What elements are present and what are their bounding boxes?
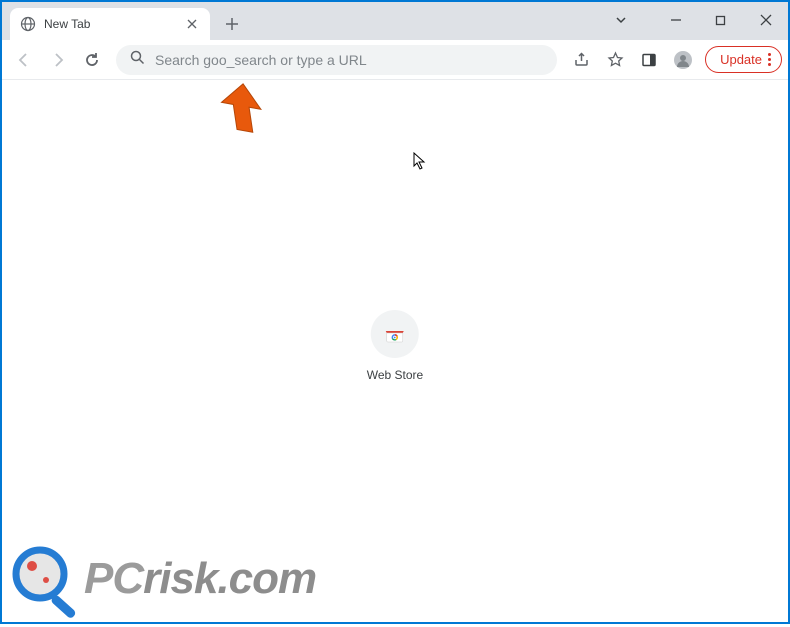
maximize-button[interactable] xyxy=(698,2,743,38)
page-content: Web Store PCrisk.com xyxy=(2,80,788,622)
share-icon[interactable] xyxy=(565,44,597,76)
window-controls xyxy=(598,2,788,38)
forward-button[interactable] xyxy=(42,44,74,76)
chevron-down-icon[interactable] xyxy=(598,2,643,38)
omnibox[interactable] xyxy=(116,45,557,75)
web-store-icon xyxy=(371,310,419,358)
update-button[interactable]: Update xyxy=(705,46,782,73)
close-tab-button[interactable] xyxy=(184,16,200,32)
update-label: Update xyxy=(720,52,762,67)
back-button[interactable] xyxy=(8,44,40,76)
menu-dots-icon xyxy=(768,53,771,66)
toolbar: Update xyxy=(2,40,788,80)
annotation-arrow-icon xyxy=(217,82,277,147)
close-window-button[interactable] xyxy=(743,2,788,38)
watermark: PCrisk.com xyxy=(10,544,316,614)
browser-tab[interactable]: New Tab xyxy=(10,8,210,40)
title-bar: New Tab xyxy=(2,2,788,40)
search-icon xyxy=(130,50,145,70)
shortcut-web-store[interactable]: Web Store xyxy=(367,310,423,382)
shortcut-label: Web Store xyxy=(367,368,423,382)
magnifier-icon xyxy=(10,544,80,614)
mouse-cursor-icon xyxy=(413,152,427,175)
tab-title: New Tab xyxy=(44,17,184,31)
watermark-text: PCrisk.com xyxy=(84,554,316,604)
side-panel-icon[interactable] xyxy=(633,44,665,76)
address-input[interactable] xyxy=(155,52,543,68)
reload-button[interactable] xyxy=(76,44,108,76)
new-tab-button[interactable] xyxy=(218,10,246,38)
profile-icon[interactable] xyxy=(667,44,699,76)
minimize-button[interactable] xyxy=(653,2,698,38)
bookmark-icon[interactable] xyxy=(599,44,631,76)
globe-icon xyxy=(20,16,36,32)
